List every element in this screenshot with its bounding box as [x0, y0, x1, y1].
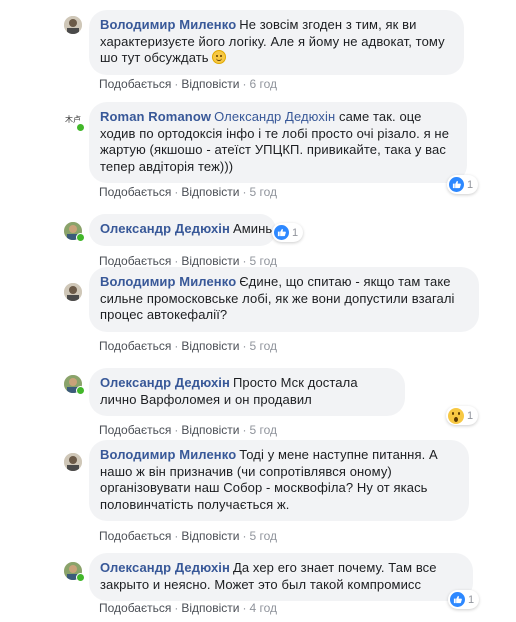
like-link[interactable]: Подобається [99, 339, 171, 353]
comment-actions: Подобається · Відповісти · 5 год [99, 254, 277, 268]
reply-link[interactable]: Відповісти [181, 423, 239, 437]
reaction-count: 1 [468, 593, 475, 606]
like-icon [274, 225, 289, 240]
separator: · [174, 423, 179, 437]
comment-actions: Подобається · Відповісти · 6 год [99, 77, 277, 91]
separator: · [174, 185, 179, 199]
separator: · [174, 254, 179, 268]
comment-actions: Подобається · Відповісти · 5 год [99, 529, 277, 543]
comment-bubble: Володимир Миленко Не зовсім згоден з тим,… [89, 10, 464, 75]
comment-time[interactable]: 5 год [249, 529, 277, 543]
separator: · [242, 185, 247, 199]
smile-emoji-icon [212, 50, 227, 64]
separator: · [242, 601, 247, 615]
comment-time[interactable]: 4 год [249, 601, 277, 615]
reaction-count: 1 [292, 226, 299, 239]
comment-time[interactable]: 5 год [249, 185, 277, 199]
comment-author[interactable]: Roman Romanow [100, 109, 211, 124]
like-link[interactable]: Подобається [99, 529, 171, 543]
like-link[interactable]: Подобається [99, 423, 171, 437]
reaction-badge[interactable]: 1 [272, 223, 304, 242]
comment-time[interactable]: 5 год [249, 423, 277, 437]
comment-time[interactable]: 5 год [249, 339, 277, 353]
reply-link[interactable]: Відповісти [181, 254, 239, 268]
comment-actions: Подобається · Відповісти · 4 год [99, 601, 277, 615]
comment-bubble: Володимир Миленко Тоді у мене наступне пи… [89, 440, 469, 521]
reply-link[interactable]: Відповісти [181, 339, 239, 353]
comment-actions: Подобається · Відповісти · 5 год [99, 185, 277, 199]
comment-bubble: Roman Romanow Олександр Дедюхін саме так.… [89, 102, 467, 183]
like-link[interactable]: Подобається [99, 601, 171, 615]
reply-link[interactable]: Відповісти [181, 185, 239, 199]
like-link[interactable]: Подобається [99, 254, 171, 268]
like-link[interactable]: Подобається [99, 77, 171, 91]
wow-icon [448, 407, 464, 424]
separator: · [242, 529, 247, 543]
like-icon [449, 177, 464, 192]
comment-author[interactable]: Володимир Миленко [100, 17, 236, 32]
comment-time[interactable]: 5 год [249, 254, 277, 268]
separator: · [242, 339, 247, 353]
comment-bubble: Олександр Дедюхін Аминь [89, 214, 276, 246]
comment-bubble: Олександр Дедюхін Просто Мск достала личн… [89, 368, 405, 416]
avatar[interactable] [64, 283, 82, 301]
separator: · [242, 77, 247, 91]
avatar[interactable] [64, 453, 82, 471]
separator: · [174, 529, 179, 543]
reaction-badge[interactable]: 1 [448, 590, 480, 609]
comment-author[interactable]: Олександр Дедюхін [100, 221, 230, 236]
online-status-icon [76, 123, 85, 132]
separator: · [174, 601, 179, 615]
reaction-count: 1 [467, 409, 474, 422]
reply-link[interactable]: Відповісти [181, 529, 239, 543]
comment-mention[interactable]: Олександр Дедюхін [214, 109, 335, 124]
comment-author[interactable]: Олександр Дедюхін [100, 560, 230, 575]
comment-actions: Подобається · Відповісти · 5 год [99, 339, 277, 353]
separator: · [242, 423, 247, 437]
comment-actions: Подобається · Відповісти · 5 год [99, 423, 277, 437]
reaction-count: 1 [467, 178, 474, 191]
reply-link[interactable]: Відповісти [181, 601, 239, 615]
online-status-icon [76, 573, 85, 582]
reaction-badge[interactable]: 1 [447, 175, 479, 194]
comment-text: Аминь [232, 221, 273, 236]
comment-bubble: Олександр Дедюхін Да хер его знает почему… [89, 553, 473, 601]
comment-author[interactable]: Володимир Миленко [100, 447, 236, 462]
separator: · [174, 77, 179, 91]
avatar[interactable] [64, 16, 82, 34]
comment-author[interactable]: Володимир Миленко [100, 274, 236, 289]
separator: · [242, 254, 247, 268]
online-status-icon [76, 386, 85, 395]
like-link[interactable]: Подобається [99, 185, 171, 199]
online-status-icon [76, 233, 85, 242]
comment-author[interactable]: Олександр Дедюхін [100, 375, 230, 390]
comment-time[interactable]: 6 год [249, 77, 277, 91]
reply-link[interactable]: Відповісти [181, 77, 239, 91]
like-icon [450, 592, 465, 607]
comment-bubble: Володимир Миленко Єдине, що спитаю - якщо… [89, 267, 479, 332]
reaction-badge[interactable]: 1 [446, 406, 479, 425]
separator: · [174, 339, 179, 353]
